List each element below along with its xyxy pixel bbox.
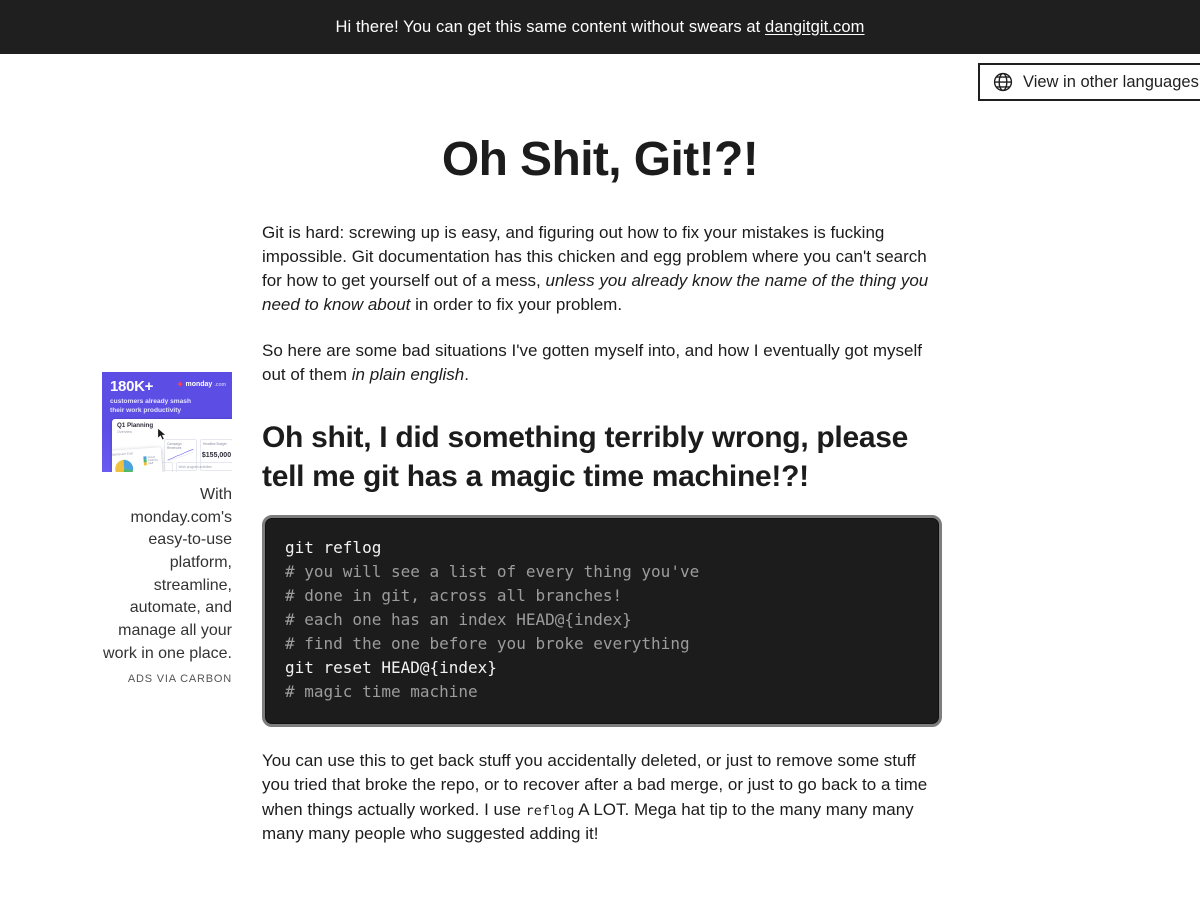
pie-chart-icon bbox=[115, 459, 134, 472]
carbon-ad[interactable]: 180K+ customers already smash their work… bbox=[102, 371, 232, 685]
intro-paragraph-1: Git is hard: screwing up is easy, and fi… bbox=[262, 221, 942, 318]
banner-link-dangitgit[interactable]: dangitgit.com bbox=[765, 18, 864, 37]
top-banner: Hi there! You can get this same content … bbox=[0, 0, 1200, 54]
banner-text: Hi there! You can get this same content … bbox=[335, 17, 766, 36]
ad-text[interactable]: With monday.com's easy-to-use platform, … bbox=[102, 484, 232, 666]
ad-brand-name: monday bbox=[185, 381, 213, 389]
intro-p2-emphasis: in plain english bbox=[351, 365, 465, 385]
line-chart-icon bbox=[167, 448, 194, 461]
code-block-content: git reflog # you will see a list of ever… bbox=[285, 536, 919, 704]
ad-brand-tld: .com bbox=[214, 381, 226, 388]
inline-code-reflog: reflog bbox=[525, 802, 575, 819]
code-line: # you will see a list of every thing you… bbox=[285, 562, 700, 582]
ad-headline: 180K+ bbox=[110, 377, 154, 395]
main-layout: 180K+ customers already smash their work… bbox=[0, 187, 1200, 843]
paragraph-reflog-explanation: You can use this to get back stuff you a… bbox=[262, 749, 942, 846]
article-content: Git is hard: screwing up is easy, and fi… bbox=[262, 221, 942, 868]
code-line: # find the one before you broke everythi… bbox=[285, 634, 690, 654]
intro-p1-part-b: in order to fix your problem. bbox=[410, 295, 623, 315]
ad-via-carbon-label[interactable]: ADS VIA CARBON bbox=[102, 673, 232, 685]
dashboard-subtitle: Overview bbox=[117, 429, 132, 434]
code-block-reflog[interactable]: git reflog # you will see a list of ever… bbox=[262, 515, 942, 728]
dashboard-bottom-right: Work program activities bbox=[175, 461, 232, 472]
code-line: # magic time machine bbox=[285, 682, 478, 702]
dashboard-bottom-right-label: Work program activities bbox=[178, 464, 212, 469]
dashboard-title: Q1 Planning bbox=[117, 421, 154, 429]
monday-dot-icon: ✦ bbox=[176, 379, 184, 389]
language-button-label: View in other languages bbox=[1023, 72, 1199, 91]
pie-legend-item: Staff bbox=[143, 461, 158, 465]
code-line: git reflog bbox=[285, 538, 382, 558]
view-in-other-languages-button[interactable]: View in other languages bbox=[978, 63, 1200, 101]
ad-subtext: customers already smash their work produ… bbox=[110, 397, 191, 415]
dashboard-pie-card: Total Event Cost Venue Catering Staff bbox=[112, 447, 164, 472]
intro-paragraph-2: So here are some bad situations I've got… bbox=[262, 339, 942, 387]
globe-icon bbox=[992, 71, 1014, 93]
code-line: git reset HEAD@{index} bbox=[285, 658, 497, 678]
ad-dashboard-mockup: Q1 Planning Overview Campaign Revenues H… bbox=[112, 418, 232, 472]
ad-image[interactable]: 180K+ customers already smash their work… bbox=[102, 371, 232, 472]
ad-brand-logo: ✦ monday .com bbox=[176, 379, 226, 389]
intro-p2-part-b: . bbox=[464, 365, 469, 385]
dashboard-card-budget-value: $155,000 bbox=[201, 451, 232, 459]
cursor-pointer-icon bbox=[157, 427, 167, 441]
dashboard-card-budget-title: Headline Budget bbox=[203, 441, 227, 446]
code-line: # done in git, across all branches! bbox=[285, 586, 623, 606]
section-heading-magic-time-machine: Oh shit, I did something terribly wrong,… bbox=[262, 420, 908, 494]
pie-legend: Venue Catering Staff bbox=[143, 455, 158, 465]
code-line: # each one has an index HEAD@{index} bbox=[285, 610, 632, 630]
